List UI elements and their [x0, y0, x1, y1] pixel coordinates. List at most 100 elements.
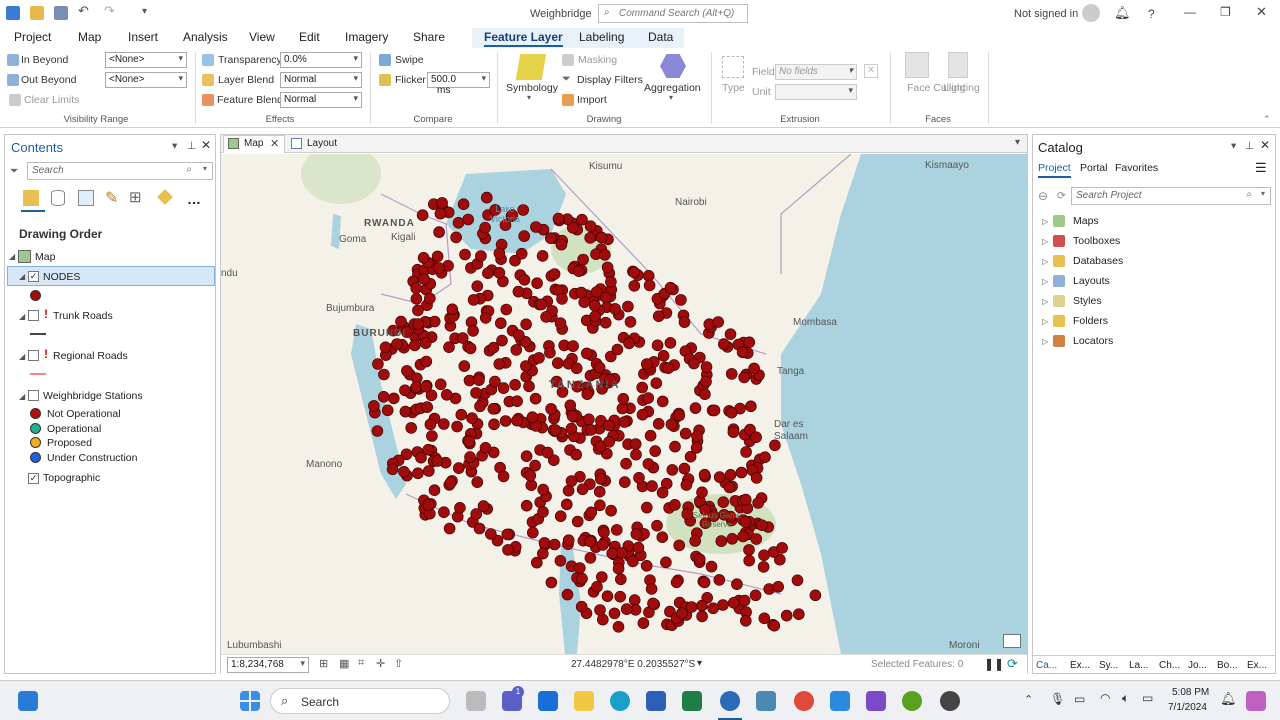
node-point[interactable] [616, 402, 629, 415]
node-point[interactable] [417, 252, 430, 264]
windows-start-icon[interactable] [240, 691, 260, 711]
node-point[interactable] [740, 446, 752, 458]
node-point[interactable] [735, 466, 748, 479]
node-point[interactable] [612, 562, 625, 575]
node-point[interactable] [418, 273, 430, 285]
node-point[interactable] [446, 303, 459, 316]
node-point[interactable] [496, 334, 508, 347]
node-point[interactable] [452, 217, 465, 229]
node-point[interactable] [493, 358, 506, 370]
node-point[interactable] [727, 596, 740, 609]
vscode-icon[interactable] [830, 691, 850, 711]
node-point[interactable] [743, 336, 756, 349]
node-point[interactable] [652, 417, 665, 430]
node-point[interactable] [529, 392, 542, 405]
open-project-icon[interactable] [30, 6, 44, 20]
node-point[interactable] [524, 469, 537, 482]
node-point[interactable] [792, 608, 805, 621]
node-point[interactable] [757, 561, 770, 573]
node-point[interactable] [594, 473, 607, 485]
node-point[interactable] [398, 465, 410, 478]
node-point[interactable] [377, 391, 390, 403]
node-point[interactable] [758, 612, 771, 625]
node-point[interactable] [630, 528, 643, 540]
node-point[interactable] [644, 429, 657, 442]
node-point[interactable] [725, 368, 738, 380]
microphone-icon[interactable]: 🎙︎ [1050, 692, 1065, 706]
node-point[interactable] [510, 344, 523, 356]
node-point[interactable] [725, 406, 738, 419]
node-point[interactable] [545, 403, 557, 415]
node-point[interactable] [584, 232, 597, 244]
node-point[interactable] [679, 427, 692, 440]
node-point[interactable] [424, 418, 437, 431]
node-point[interactable] [673, 539, 686, 552]
node-point[interactable] [424, 292, 436, 305]
node-point[interactable] [605, 504, 617, 517]
node-point[interactable] [544, 346, 556, 359]
list-by-editing-icon[interactable]: ✎ [105, 188, 118, 208]
node-point[interactable] [533, 352, 545, 364]
node-point[interactable] [580, 347, 593, 360]
legend-swatch[interactable] [30, 452, 41, 463]
node-point[interactable] [537, 483, 550, 496]
node-point[interactable] [412, 318, 424, 330]
node-point[interactable] [541, 446, 554, 459]
node-point[interactable] [464, 342, 477, 355]
node-point[interactable] [420, 380, 432, 393]
node-point[interactable] [662, 362, 675, 374]
tab-feature-layer[interactable]: Feature Layer [484, 30, 563, 47]
node-point[interactable] [724, 468, 737, 481]
node-point[interactable] [636, 381, 649, 394]
node-point[interactable] [608, 607, 621, 620]
node-point[interactable] [723, 481, 736, 494]
out-beyond-select[interactable]: <None> [105, 72, 187, 88]
node-point[interactable] [750, 472, 763, 484]
node-point[interactable] [743, 554, 756, 567]
node-point[interactable] [583, 413, 595, 426]
node-point[interactable] [780, 609, 793, 622]
collapse-arrow-icon[interactable]: ◢ [19, 392, 25, 401]
clock-date[interactable]: 7/1/2024 [1168, 702, 1207, 713]
node-point[interactable] [480, 191, 493, 204]
node-point[interactable] [471, 476, 484, 488]
node-point[interactable] [776, 542, 788, 554]
node-point[interactable] [713, 471, 726, 483]
node-point[interactable] [416, 209, 429, 222]
node-point[interactable] [752, 497, 765, 509]
node-point[interactable] [554, 510, 567, 523]
node-point[interactable] [471, 280, 484, 292]
catalog-tab-favorites[interactable]: Favorites [1115, 162, 1158, 174]
node-point[interactable] [809, 589, 822, 602]
node-point[interactable] [464, 451, 476, 463]
grid-icon[interactable]: ▦ [339, 657, 349, 670]
save-icon[interactable] [54, 6, 68, 20]
node-point[interactable] [576, 483, 589, 496]
regional-roads-symbol[interactable] [30, 373, 46, 375]
node-point[interactable] [699, 388, 711, 400]
node-point[interactable] [696, 599, 708, 612]
selected-features-count[interactable]: Selected Features: 0 [871, 659, 963, 670]
node-point[interactable] [573, 265, 585, 277]
node-point[interactable] [690, 441, 703, 454]
node-point[interactable] [743, 544, 755, 556]
node-point[interactable] [556, 293, 568, 305]
node-point[interactable] [576, 213, 588, 226]
node-point[interactable] [494, 317, 507, 329]
legend-not-operational[interactable]: Not Operational [47, 408, 121, 420]
node-point[interactable] [428, 484, 441, 497]
node-point[interactable] [565, 422, 578, 435]
node-point[interactable] [628, 266, 641, 279]
node-point[interactable] [575, 286, 588, 299]
node-point[interactable] [632, 541, 645, 554]
node-point[interactable] [493, 247, 506, 260]
node-point[interactable] [593, 485, 606, 498]
chrome-icon[interactable] [794, 691, 814, 711]
collapse-arrow-icon[interactable]: ◢ [19, 352, 25, 361]
map-notes-icon[interactable] [1003, 634, 1021, 648]
node-point[interactable] [601, 590, 614, 603]
node-point[interactable] [548, 268, 561, 280]
pane-tab[interactable]: Sy... [1099, 660, 1118, 671]
node-point[interactable] [438, 418, 450, 430]
node-point[interactable] [434, 207, 447, 220]
